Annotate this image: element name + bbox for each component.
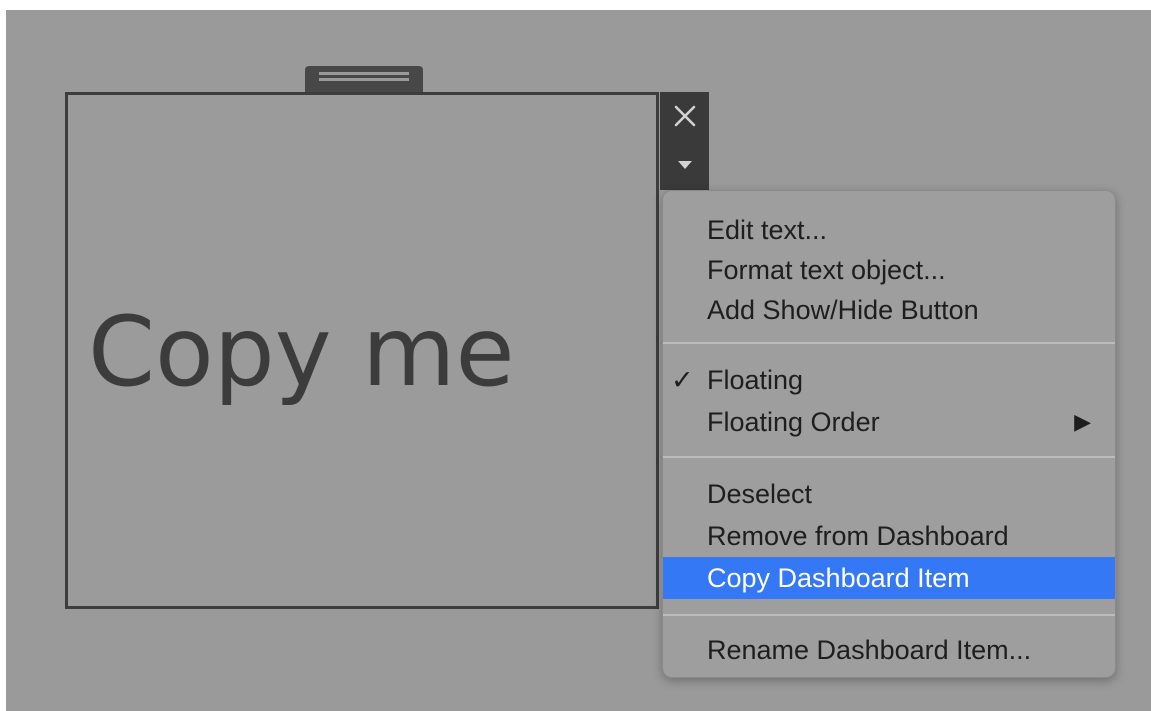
drag-handle[interactable] [305, 66, 423, 94]
menu-item-label: Edit text... [707, 215, 828, 245]
menu-item-label: Copy Dashboard Item [707, 563, 970, 593]
menu-item-copy-dashboard-item[interactable]: Copy Dashboard Item [663, 557, 1115, 599]
menu-item-remove-from-dashboard[interactable]: Remove from Dashboard [663, 515, 1115, 557]
menu-separator [663, 342, 1115, 344]
menu-item-label: Floating Order [707, 407, 880, 437]
caret-down-icon [677, 161, 692, 169]
menu-item-edit-text[interactable]: Edit text... [663, 209, 1115, 251]
menu-separator [663, 456, 1115, 458]
menu-item-label: Format text object... [707, 255, 946, 285]
close-icon [674, 105, 695, 127]
more-options-button[interactable] [660, 140, 709, 190]
menu-item-deselect[interactable]: Deselect [663, 473, 1115, 515]
menu-item-format-text-object[interactable]: Format text object... [663, 249, 1115, 291]
menu-item-rename-dashboard-item[interactable]: Rename Dashboard Item... [663, 629, 1115, 671]
menu-item-add-show-hide-button[interactable]: Add Show/Hide Button [663, 289, 1115, 331]
menu-separator [663, 614, 1115, 616]
context-menu: Edit text... Format text object... Add S… [662, 190, 1116, 678]
menu-item-label: Add Show/Hide Button [707, 295, 979, 325]
menu-item-floating-order[interactable]: Floating Order ▶ [663, 401, 1115, 443]
menu-item-label: Rename Dashboard Item... [707, 635, 1032, 665]
text-object-content: Copy me [88, 296, 515, 408]
checkmark-icon: ✓ [671, 365, 694, 395]
submenu-arrow-icon: ▶ [1074, 409, 1091, 434]
menu-item-floating[interactable]: ✓ Floating [663, 359, 1115, 401]
drag-handle-grip-line [319, 78, 409, 81]
remove-item-button[interactable] [660, 92, 709, 140]
menu-item-label: Deselect [707, 479, 813, 509]
menu-item-label: Floating [707, 365, 804, 395]
drag-handle-grip-line [319, 72, 409, 75]
menu-item-label: Remove from Dashboard [707, 521, 1009, 551]
